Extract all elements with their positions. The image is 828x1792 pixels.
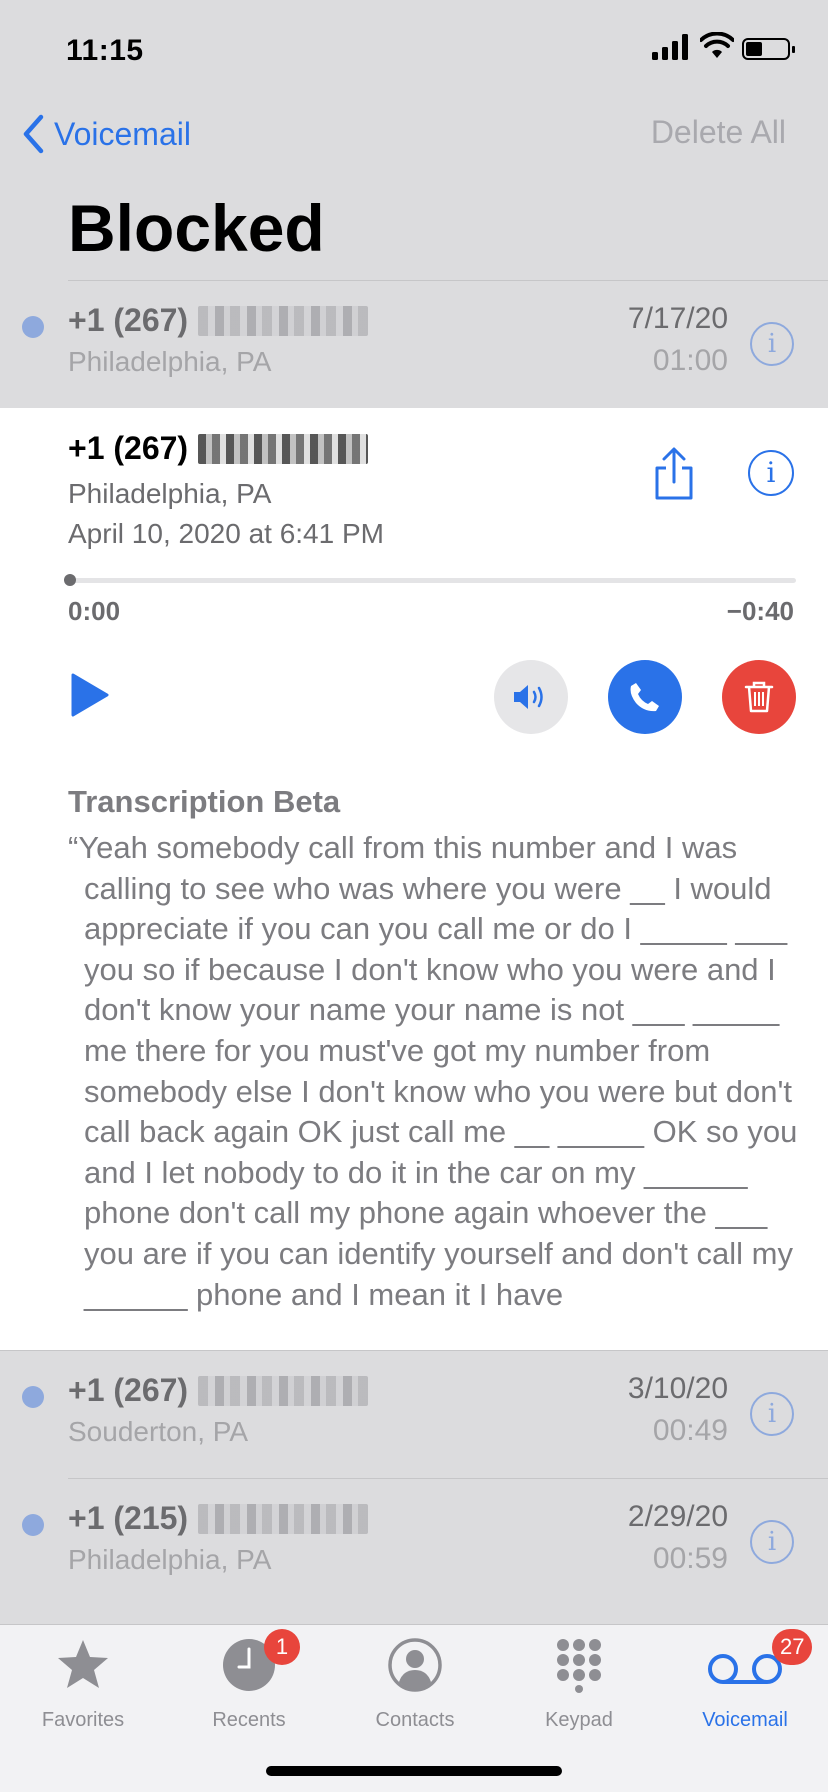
- voicemail-row[interactable]: +1 (267) Philadelphia, PA 7/17/20 01:00 …: [0, 280, 828, 408]
- caller-number: +1 (267): [68, 1372, 369, 1409]
- voicemail-date: 3/10/20: [627, 1372, 728, 1405]
- info-icon[interactable]: i: [750, 1520, 794, 1564]
- caller-location: Philadelphia, PA: [68, 1544, 272, 1575]
- tab-label: Contacts: [375, 1709, 455, 1731]
- scrubber-handle[interactable]: [64, 574, 76, 586]
- tab-label: Voicemail: [702, 1709, 788, 1731]
- row-divider: [0, 1350, 828, 1351]
- tab-keypad[interactable]: Keypad: [496, 1625, 662, 1735]
- status-bar: 11:15: [0, 0, 828, 100]
- voicemail-duration: 01:00: [652, 344, 728, 377]
- home-indicator: [266, 1766, 562, 1776]
- back-button[interactable]: Voicemail: [22, 114, 191, 154]
- info-icon[interactable]: i: [750, 322, 794, 366]
- share-icon[interactable]: [652, 446, 696, 502]
- voicemail-datetime: April 10, 2020 at 6:41 PM: [68, 518, 384, 549]
- caller-location: Souderton, PA: [68, 1416, 249, 1447]
- redacted-digits: [198, 1503, 369, 1534]
- tab-label: Favorites: [41, 1709, 125, 1731]
- info-icon[interactable]: i: [750, 1392, 794, 1436]
- voicemail-duration: 00:49: [652, 1414, 728, 1447]
- speaker-button[interactable]: [494, 660, 568, 734]
- tab-voicemail[interactable]: 27 Voicemail: [662, 1625, 828, 1735]
- tab-label: Recents: [212, 1709, 286, 1731]
- voicemail-date: 7/17/20: [627, 302, 728, 335]
- voicemail-row[interactable]: +1 (267) Souderton, PA 3/10/20 00:49 i: [0, 1350, 828, 1478]
- unread-dot: [22, 1386, 44, 1408]
- voicemail-date: 2/29/20: [627, 1500, 728, 1533]
- caller-number: +1 (267): [68, 302, 369, 339]
- voicemail-row[interactable]: +1 (215) Philadelphia, PA 2/29/20 00:59 …: [0, 1478, 828, 1624]
- unread-dot: [22, 1514, 44, 1536]
- keypad-icon: [557, 1639, 601, 1693]
- phone-icon: [630, 683, 659, 712]
- back-label: Voicemail: [54, 115, 191, 152]
- star-icon: [58, 1640, 108, 1688]
- caller-number: +1 (267): [68, 430, 369, 467]
- wifi-icon: [700, 32, 734, 58]
- status-time: 11:15: [66, 34, 144, 67]
- caller-location: Philadelphia, PA: [68, 346, 272, 377]
- playback-scrubber[interactable]: [68, 578, 796, 583]
- page-title: Blocked: [68, 191, 325, 265]
- remaining-time: −0:40: [726, 596, 794, 626]
- expanded-voicemail: +1 (267) Philadelphia, PA April 10, 2020…: [0, 408, 828, 1351]
- redacted-digits: [198, 1375, 369, 1406]
- nav-header: Voicemail Delete All Blocked: [0, 100, 828, 280]
- delete-button[interactable]: [722, 660, 796, 734]
- tab-favorites[interactable]: Favorites: [0, 1625, 166, 1735]
- tab-contacts[interactable]: Contacts: [332, 1625, 498, 1735]
- play-button[interactable]: [70, 672, 110, 718]
- recents-badge: 1: [264, 1629, 300, 1665]
- info-icon[interactable]: i: [748, 450, 794, 496]
- person-circle-icon: [388, 1638, 442, 1692]
- row-divider: [68, 280, 828, 281]
- speaker-icon: [514, 685, 543, 709]
- call-back-button[interactable]: [608, 660, 682, 734]
- caller-location: Philadelphia, PA: [68, 478, 272, 509]
- unread-dot: [22, 316, 44, 338]
- battery-icon: [742, 38, 795, 60]
- tab-label: Keypad: [545, 1709, 613, 1731]
- voicemail-badge: 27: [772, 1629, 813, 1665]
- caller-number: +1 (215): [68, 1500, 369, 1537]
- chevron-left-icon: [23, 114, 44, 154]
- row-divider: [68, 1478, 828, 1479]
- redacted-digits: [198, 305, 369, 336]
- transcription-text: “Yeah somebody call from this number and…: [68, 830, 798, 1312]
- delete-all-button[interactable]: Delete All: [651, 114, 786, 151]
- transcription-heading: Transcription Beta: [68, 784, 341, 819]
- elapsed-time: 0:00: [68, 596, 121, 626]
- redacted-digits: [198, 433, 369, 464]
- trash-icon: [744, 681, 774, 713]
- voicemail-duration: 00:59: [652, 1542, 728, 1575]
- cellular-signal-icon: [652, 34, 688, 60]
- tab-recents[interactable]: 1 Recents: [166, 1625, 332, 1735]
